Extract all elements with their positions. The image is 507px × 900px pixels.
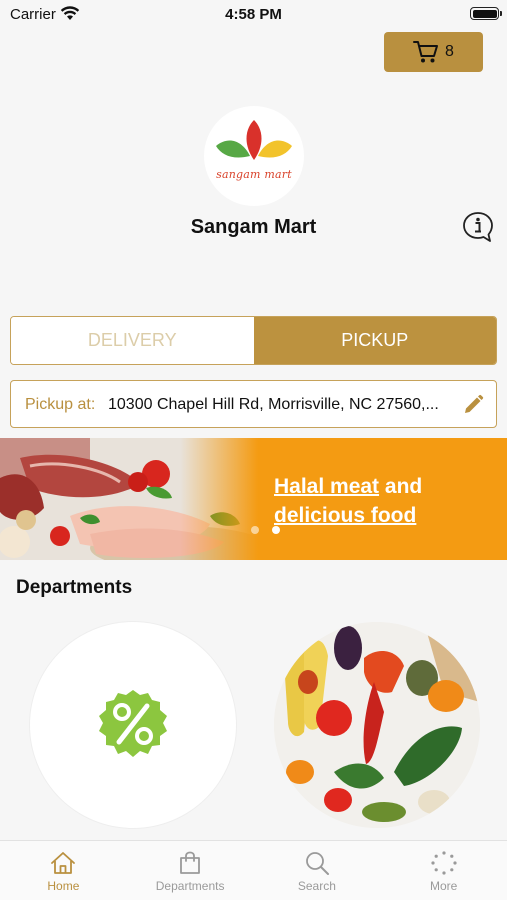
pickup-location-bar[interactable]: Pickup at: 10300 Chapel Hill Rd, Morrisv… (10, 380, 497, 428)
shopping-bag-icon (180, 851, 201, 874)
info-icon (463, 212, 493, 242)
banner-link-halal-meat[interactable]: Halal meat (274, 475, 379, 498)
tab-label-search: Search (297, 879, 336, 893)
discount-badge-icon (99, 690, 167, 757)
meat-platter-image (0, 438, 258, 560)
status-bar: Carrier 4:58 PM (0, 0, 507, 30)
bottom-tab-bar: Home Departments Search More (0, 840, 507, 900)
departments-heading: Departments (16, 577, 133, 598)
search-icon (305, 852, 329, 875)
cart-button[interactable]: 8 (384, 32, 483, 72)
department-deals[interactable] (30, 622, 236, 828)
promo-banner[interactable]: Halal meat and delicious food (0, 438, 507, 560)
cart-count: 8 (445, 43, 454, 60)
pickup-label: Pickup at: (25, 396, 96, 413)
tab-departments[interactable]: Departments (127, 841, 254, 900)
pickup-address: 10300 Chapel Hill Rd, Morrisville, NC 27… (108, 396, 439, 413)
tab-home[interactable]: Home (0, 841, 127, 900)
fulfillment-mode-toggle: DELIVERY PICKUP (10, 316, 497, 365)
carousel-dot[interactable] (251, 526, 259, 534)
delivery-tab[interactable]: DELIVERY (11, 317, 254, 364)
banner-headline: Halal meat and delicious food (274, 472, 474, 530)
more-dots-icon (431, 851, 457, 875)
cart-icon (413, 41, 439, 63)
banner-text-and: and (379, 475, 423, 498)
tab-label-departments: Departments (155, 879, 225, 893)
banner-link-delicious-food[interactable]: delicious food (274, 504, 416, 527)
vegetables-photo (274, 622, 480, 828)
tab-search[interactable]: Search (254, 841, 381, 900)
battery-icon (470, 7, 502, 20)
pickup-tab[interactable]: PICKUP (253, 317, 496, 364)
store-logo: sangam mart (204, 106, 304, 206)
info-button[interactable] (461, 211, 495, 248)
tab-label-home: Home (47, 879, 80, 893)
department-produce[interactable] (274, 622, 480, 828)
carousel-dot-active[interactable] (272, 526, 280, 534)
store-name: Sangam Mart (190, 216, 317, 238)
tab-more[interactable]: More (380, 841, 507, 900)
edit-pencil-icon[interactable] (462, 394, 484, 416)
tab-label-more: More (429, 879, 458, 893)
logo-text: sangam mart (216, 168, 292, 181)
home-icon (51, 852, 76, 874)
status-time: 4:58 PM (225, 6, 282, 23)
